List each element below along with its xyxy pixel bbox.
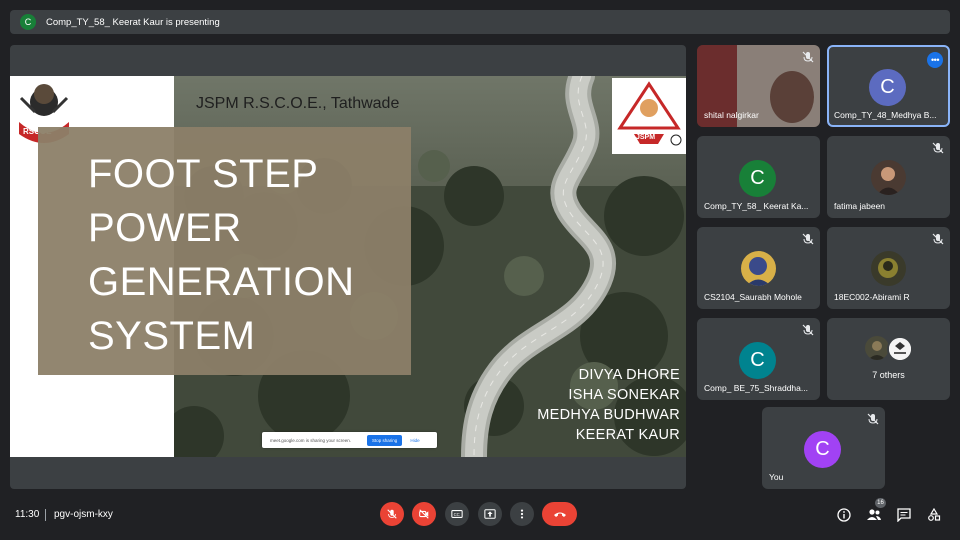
presenting-text: Comp_TY_58_ Keerat Kaur is presenting [46, 16, 220, 28]
participant-avatar: C [869, 69, 906, 106]
other-participant-photo [865, 336, 889, 360]
title-line: POWER [88, 206, 242, 250]
captions-button[interactable]: CC [445, 502, 469, 526]
stop-sharing-button[interactable]: Stop sharing [367, 434, 403, 446]
svg-text:CC: CC [454, 512, 460, 517]
control-bar: 11:30 pgv-ojsm-kxy CC 16 [0, 498, 960, 532]
participant-tile-active[interactable]: C ••• Comp_TY_48_Medhya B... [827, 45, 950, 127]
participant-name: CS2104_Saurabh Mohole [704, 292, 802, 302]
captions-icon: CC [451, 510, 463, 518]
meeting-code: pgv-ojsm-kxy [54, 509, 113, 520]
self-tile[interactable]: C You [762, 407, 885, 489]
presenter-avatar: C [20, 14, 36, 30]
slide-title: FOOT STEP POWER GENERATION SYSTEM [88, 147, 408, 363]
participant-name: Comp_TY_58_ Keerat Ka... [704, 201, 809, 211]
info-icon [837, 508, 851, 522]
leave-call-button[interactable] [542, 502, 577, 526]
self-avatar: C [804, 431, 841, 468]
more-options-button[interactable] [510, 502, 534, 526]
mic-off-icon [932, 233, 944, 245]
shared-slide: RSCOE JSPM JSPM R.S.C.O.E., Tathwade FOO… [10, 76, 686, 457]
mic-off-icon [387, 509, 397, 519]
phone-hangup-icon [553, 512, 566, 517]
participant-name: fatima jabeen [834, 201, 886, 211]
hide-button[interactable]: Hide [410, 438, 419, 443]
other-participant-photo [887, 336, 913, 362]
participant-name: You [769, 472, 784, 482]
activities-icon [928, 508, 941, 521]
participant-tile[interactable]: fatima jabeen [827, 136, 950, 218]
participant-tile[interactable]: 18EC002-Abirami R [827, 227, 950, 309]
activities-button[interactable] [925, 506, 943, 524]
author-name: ISHA SONEKAR [568, 387, 680, 403]
more-vert-icon [520, 509, 524, 519]
clock: 11:30 [15, 509, 40, 520]
participant-photo [741, 251, 776, 286]
mic-off-icon [802, 51, 814, 63]
presenting-banner: C Comp_TY_58_ Keerat Kaur is presenting [10, 10, 950, 34]
author-name: MEDHYA BUDHWAR [537, 407, 680, 423]
people-icon [867, 509, 881, 520]
author-name: KEERAT KAUR [575, 427, 680, 443]
more-options-icon[interactable]: ••• [927, 52, 943, 68]
participant-name: Comp_ BE_75_Shraddha... [704, 383, 808, 393]
people-count-badge: 16 [875, 498, 886, 508]
camera-toggle-button[interactable] [412, 502, 436, 526]
mic-off-icon [802, 233, 814, 245]
author-names: DIVYA DHORE ISHA SONEKAR MEDHYA BUDHWAR … [537, 365, 680, 445]
mic-off-icon [932, 142, 944, 154]
jspm-logo-text: JSPM [636, 134, 656, 141]
meeting-info-button[interactable] [835, 506, 853, 524]
college-name: JSPM R.S.C.O.E., Tathwade [196, 95, 400, 112]
title-line: FOOT STEP [88, 152, 319, 196]
title-line: SYSTEM [88, 314, 256, 358]
others-tile[interactable]: 7 others [827, 318, 950, 400]
present-button[interactable] [478, 502, 502, 526]
participant-tile[interactable]: shital nalgirkar [697, 45, 820, 127]
author-name: DIVYA DHORE [578, 367, 680, 383]
camera-off-icon [419, 509, 429, 519]
participant-avatar: C [739, 342, 776, 379]
share-notice-text: meet.google.com is sharing your screen. [270, 437, 352, 443]
others-count: 7 others [872, 370, 905, 380]
people-button[interactable] [865, 506, 883, 524]
participant-tile[interactable]: CS2104_Saurabh Mohole [697, 227, 820, 309]
participant-photo [871, 160, 906, 195]
presentation-stage[interactable]: RSCOE JSPM JSPM R.S.C.O.E., Tathwade FOO… [10, 45, 686, 489]
mic-toggle-button[interactable] [380, 502, 404, 526]
chat-icon [897, 508, 911, 522]
participant-name: Comp_TY_48_Medhya B... [834, 110, 937, 120]
chat-button[interactable] [895, 506, 913, 524]
screen-share-notice: meet.google.com is sharing your screen. … [262, 432, 437, 448]
participant-photo [871, 251, 906, 286]
mic-off-icon [867, 413, 879, 425]
participant-name: 18EC002-Abirami R [834, 292, 910, 302]
mic-off-icon [802, 324, 814, 336]
participant-name: shital nalgirkar [704, 110, 759, 120]
participant-tile[interactable]: C Comp_TY_58_ Keerat Ka... [697, 136, 820, 218]
title-line: GENERATION [88, 260, 355, 304]
participant-tile[interactable]: C Comp_ BE_75_Shraddha... [697, 318, 820, 400]
jspm-logo: JSPM [612, 78, 686, 154]
participant-avatar: C [739, 160, 776, 197]
present-icon [484, 509, 496, 519]
divider [45, 509, 46, 521]
